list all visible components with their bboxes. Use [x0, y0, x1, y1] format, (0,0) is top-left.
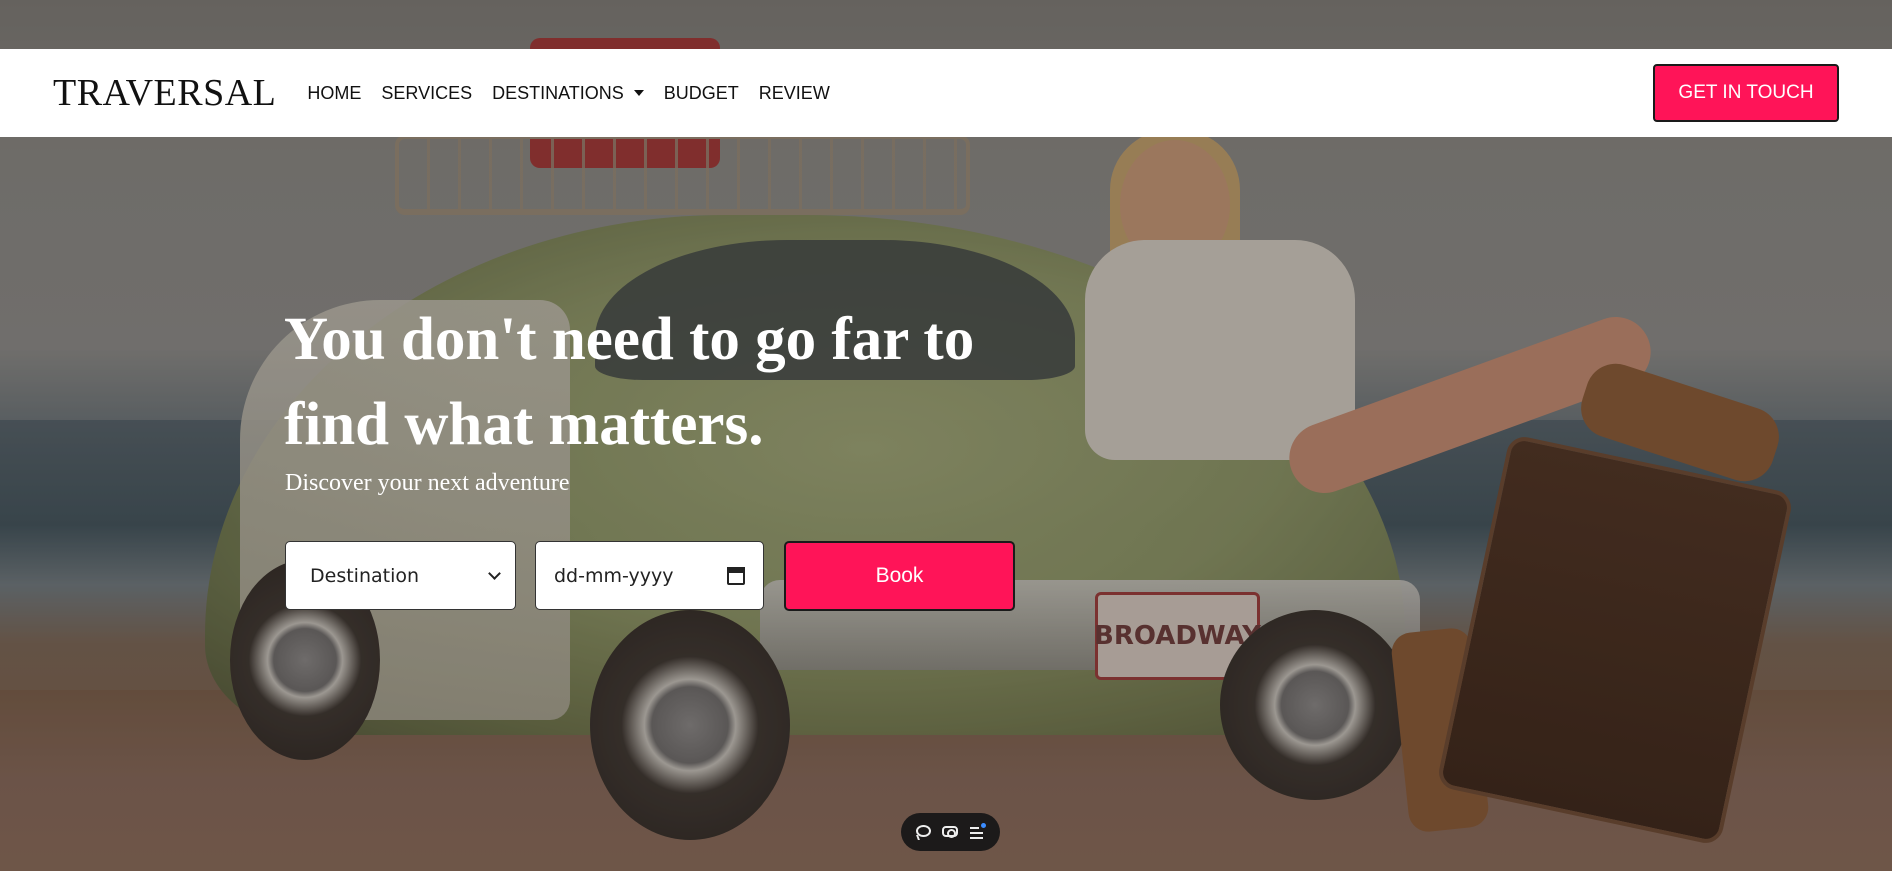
book-button[interactable]: Book	[784, 541, 1015, 611]
calendar-icon[interactable]	[727, 566, 745, 585]
nav-links: HOME SERVICES DESTINATIONS BUDGET REVIEW	[307, 83, 849, 104]
nav-review[interactable]: REVIEW	[759, 83, 830, 104]
list-icon[interactable]	[967, 822, 987, 842]
chevron-down-icon	[488, 566, 501, 580]
booking-form: Destination dd-mm-yyyy Book	[285, 541, 1015, 611]
hero-title-line2: find what matters.	[284, 391, 764, 458]
nav-destinations-dropdown[interactable]: DESTINATIONS	[492, 83, 644, 104]
get-in-touch-button[interactable]: GET IN TOUCH	[1653, 64, 1839, 122]
date-input-placeholder: dd-mm-yyyy	[554, 564, 674, 587]
floating-toolbar	[901, 813, 1000, 851]
hero-title-line1: You don't need to go far to	[284, 306, 975, 373]
nav-review-label: REVIEW	[758, 82, 830, 103]
hero-subtitle: Discover your next adventure	[285, 470, 570, 496]
brand-logo[interactable]: TRAVERSAL	[53, 74, 276, 112]
destination-select-value: Destination	[310, 564, 420, 587]
chat-icon[interactable]	[914, 822, 934, 842]
nav-services-label: SERVICES	[381, 82, 473, 103]
navbar: TRAVERSAL HOME SERVICES DESTINATIONS BUD…	[0, 49, 1892, 137]
date-input[interactable]: dd-mm-yyyy	[535, 541, 764, 610]
caret-down-icon	[633, 90, 644, 96]
nav-services[interactable]: SERVICES	[381, 83, 472, 104]
hero-title: You don't need to go far to find what ma…	[284, 297, 1044, 467]
nav-budget-label: BUDGET	[663, 82, 739, 103]
nav-home[interactable]: HOME	[307, 83, 361, 104]
destination-select[interactable]: Destination	[285, 541, 516, 610]
nav-home-label: HOME	[307, 82, 362, 103]
eye-icon[interactable]	[940, 822, 960, 842]
nav-destinations-label: DESTINATIONS	[492, 82, 624, 103]
nav-budget[interactable]: BUDGET	[664, 83, 739, 104]
